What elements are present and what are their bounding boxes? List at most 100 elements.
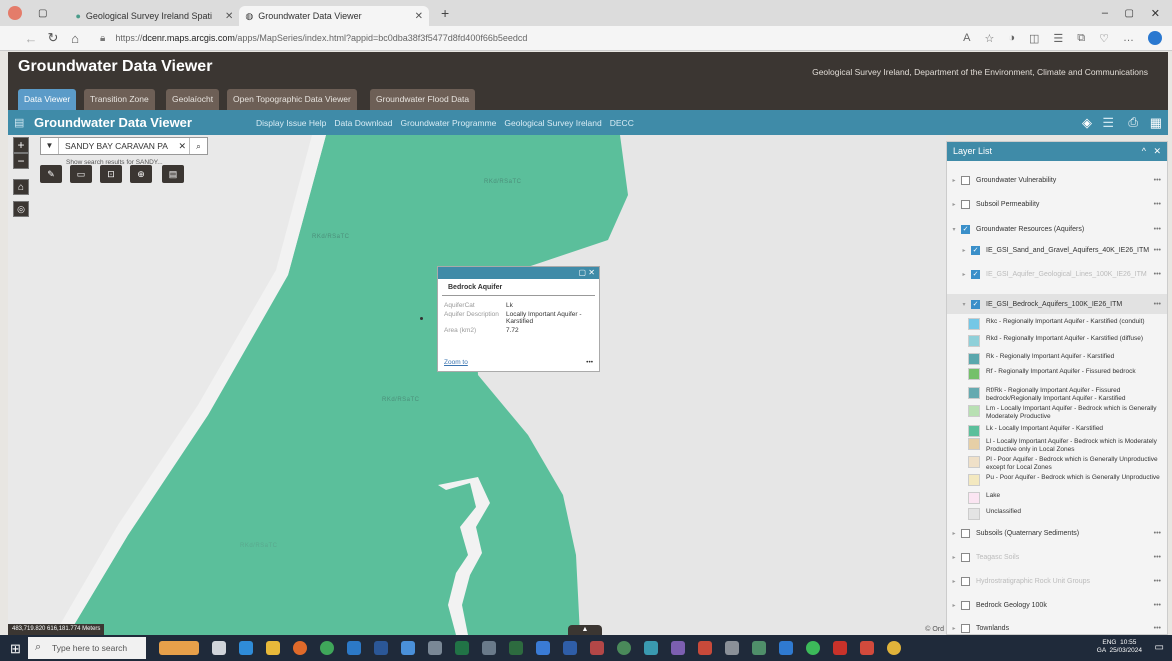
collections-icon[interactable]: ⧉: [1077, 32, 1085, 45]
layer-row[interactable]: ▸ Bedrock Geology 100k •••: [947, 601, 1167, 610]
link-groundwater-programme[interactable]: Groundwater Programme: [401, 118, 497, 128]
layer-checkbox[interactable]: ✓: [971, 299, 980, 309]
home-icon[interactable]: ⌂: [64, 31, 86, 46]
layer-checkbox[interactable]: [961, 200, 970, 209]
layers-icon[interactable]: ◈: [1082, 115, 1092, 131]
coordinate-icon[interactable]: ⊕: [130, 165, 152, 183]
app-icon[interactable]: [860, 641, 874, 655]
layer-options-icon[interactable]: •••: [1154, 177, 1161, 184]
layer-checkbox[interactable]: [961, 529, 970, 538]
select-icon[interactable]: ▭: [70, 165, 92, 183]
layer-options-icon[interactable]: •••: [1154, 201, 1161, 208]
measure-icon[interactable]: ✎: [40, 165, 62, 183]
tab-open-topographic[interactable]: Open Topographic Data Viewer: [227, 89, 357, 110]
layer-checkbox[interactable]: ✓: [961, 225, 970, 234]
layer-row[interactable]: ▸ Subsoil Permeability •••: [947, 200, 1167, 209]
collapse-icon[interactable]: ^: [1142, 146, 1146, 156]
chrome-icon[interactable]: [617, 641, 631, 655]
tab-data-viewer[interactable]: Data Viewer: [18, 89, 77, 110]
layer-options-icon[interactable]: •••: [1154, 247, 1161, 254]
zoom-to-link[interactable]: Zoom to: [444, 359, 468, 366]
link-data-download[interactable]: Data Download: [334, 118, 392, 128]
layer-row[interactable]: ▸ Groundwater Vulnerability •••: [947, 176, 1167, 185]
read-aloud-icon[interactable]: A: [963, 32, 970, 44]
search-source-dropdown[interactable]: ▼: [41, 138, 59, 154]
layer-options-icon[interactable]: •••: [1154, 602, 1161, 609]
layer-options-icon[interactable]: •••: [1154, 301, 1161, 308]
layer-checkbox[interactable]: [961, 553, 970, 562]
link-gsi[interactable]: Geological Survey Ireland: [504, 118, 601, 128]
close-tab-icon[interactable]: ✕: [415, 11, 423, 22]
layer-row[interactable]: ▸ ✓ IE_GSI_Sand_and_Gravel_Aquifers_40K_IE…: [947, 246, 1167, 255]
system-tray-clock[interactable]: ENG 10:55 GA 25/03/2024: [1097, 639, 1142, 655]
basemap-gallery-icon[interactable]: ▦: [1150, 115, 1162, 131]
close-tab-icon[interactable]: ✕: [225, 11, 233, 22]
app-icon[interactable]: [698, 641, 712, 655]
close-window-icon[interactable]: ✕: [1151, 7, 1160, 20]
url-field[interactable]: https://dcenr.maps.arcgis.com/apps/MapSe…: [115, 33, 527, 43]
map-view[interactable]: RKd/RSaTC RKd/RSaTC RKd/RSaTC RKd/RSaTC …: [8, 135, 946, 635]
tab-groundwater-flood[interactable]: Groundwater Flood Data: [370, 89, 476, 110]
minimize-icon[interactable]: –: [1102, 7, 1108, 19]
browser-tab-gsi[interactable]: ● Geological Survey Ireland Spati ✕: [69, 6, 239, 26]
tab-transition-zone[interactable]: Transition Zone: [84, 89, 155, 110]
chrome-icon[interactable]: [320, 641, 334, 655]
tab-geolaiocht[interactable]: Geolaíocht: [166, 89, 220, 110]
app-icon[interactable]: [347, 641, 361, 655]
browser-tab-groundwater[interactable]: ◍ Groundwater Data Viewer ✕: [239, 6, 429, 26]
layer-options-icon[interactable]: •••: [1154, 271, 1161, 278]
restore-icon[interactable]: ▢: [1125, 8, 1134, 19]
windows-start-icon[interactable]: ⊞: [10, 641, 21, 657]
layer-row[interactable]: ▸ Subsoils (Quaternary Sediments) •••: [947, 529, 1167, 538]
layer-row[interactable]: ▸ Hydrostratigraphic Rock Unit Groups •••: [947, 577, 1167, 586]
calculator-icon[interactable]: [428, 641, 442, 655]
app-icon[interactable]: [644, 641, 658, 655]
layer-checkbox[interactable]: [961, 624, 970, 633]
more-menu-icon[interactable]: …: [1123, 32, 1134, 44]
app-icon[interactable]: [536, 641, 550, 655]
app-icon[interactable]: [590, 641, 604, 655]
whatsapp-icon[interactable]: [806, 641, 820, 655]
app-icon[interactable]: [752, 641, 766, 655]
maximize-icon[interactable]: ▢: [579, 268, 587, 277]
settings-icon[interactable]: [725, 641, 739, 655]
layer-checkbox[interactable]: ✓: [971, 270, 980, 279]
widgets-icon[interactable]: [159, 641, 199, 655]
layer-options-icon[interactable]: •••: [1154, 578, 1161, 585]
layer-checkbox[interactable]: [961, 176, 970, 185]
tab-actions-icon[interactable]: ▢: [38, 8, 47, 19]
taskbar-search-input[interactable]: ⌕ Type here to search: [28, 637, 146, 659]
close-panel-icon[interactable]: ✕: [1153, 146, 1161, 156]
layer-options-icon[interactable]: •••: [1154, 226, 1161, 233]
zoom-out-button[interactable]: −: [13, 153, 29, 169]
layer-row[interactable]: ▾ ✓ Groundwater Resources (Aquifers) •••: [947, 225, 1167, 234]
chrome-icon[interactable]: [887, 641, 901, 655]
browser-essentials-icon[interactable]: ♡: [1099, 32, 1109, 45]
layer-options-icon[interactable]: •••: [1154, 625, 1161, 632]
query-icon[interactable]: ⊡: [100, 165, 122, 183]
search-input[interactable]: SANDY BAY CARAVAN PA: [59, 141, 175, 151]
pdf-icon[interactable]: [833, 641, 847, 655]
layer-row[interactable]: ▸ ✓ IE_GSI_Aquifer_Geological_Lines_100K_I…: [947, 270, 1167, 279]
back-icon[interactable]: ←: [20, 31, 42, 46]
split-screen-icon[interactable]: ◫: [1029, 32, 1039, 45]
layer-checkbox[interactable]: [961, 601, 970, 610]
search-icon[interactable]: ⌕: [189, 138, 207, 154]
layer-row[interactable]: ▸ Teagasc Soils •••: [947, 553, 1167, 562]
layer-row-selected[interactable]: ▾ ✓ IE_GSI_Bedrock_Aquifers_100K_IE26_ITM •…: [947, 294, 1167, 314]
app-icon[interactable]: [563, 641, 577, 655]
close-popup-icon[interactable]: ✕: [588, 268, 595, 277]
legend-icon[interactable]: ☰: [1102, 115, 1114, 131]
app-icon[interactable]: [779, 641, 793, 655]
extension-icon[interactable]: ◑: [1008, 32, 1015, 44]
bookmark-icon[interactable]: ▤: [162, 165, 184, 183]
collapse-panel-button[interactable]: ▲: [568, 625, 602, 635]
link-display-issue-help[interactable]: Display Issue Help: [256, 118, 326, 128]
file-explorer-icon[interactable]: [266, 641, 280, 655]
app-icon[interactable]: [671, 641, 685, 655]
layer-row[interactable]: ▸ Townlands •••: [947, 624, 1167, 633]
layer-checkbox[interactable]: [961, 577, 970, 586]
task-view-icon[interactable]: [212, 641, 226, 655]
notifications-icon[interactable]: ▭: [1155, 642, 1164, 653]
zoom-in-button[interactable]: +: [13, 137, 29, 153]
